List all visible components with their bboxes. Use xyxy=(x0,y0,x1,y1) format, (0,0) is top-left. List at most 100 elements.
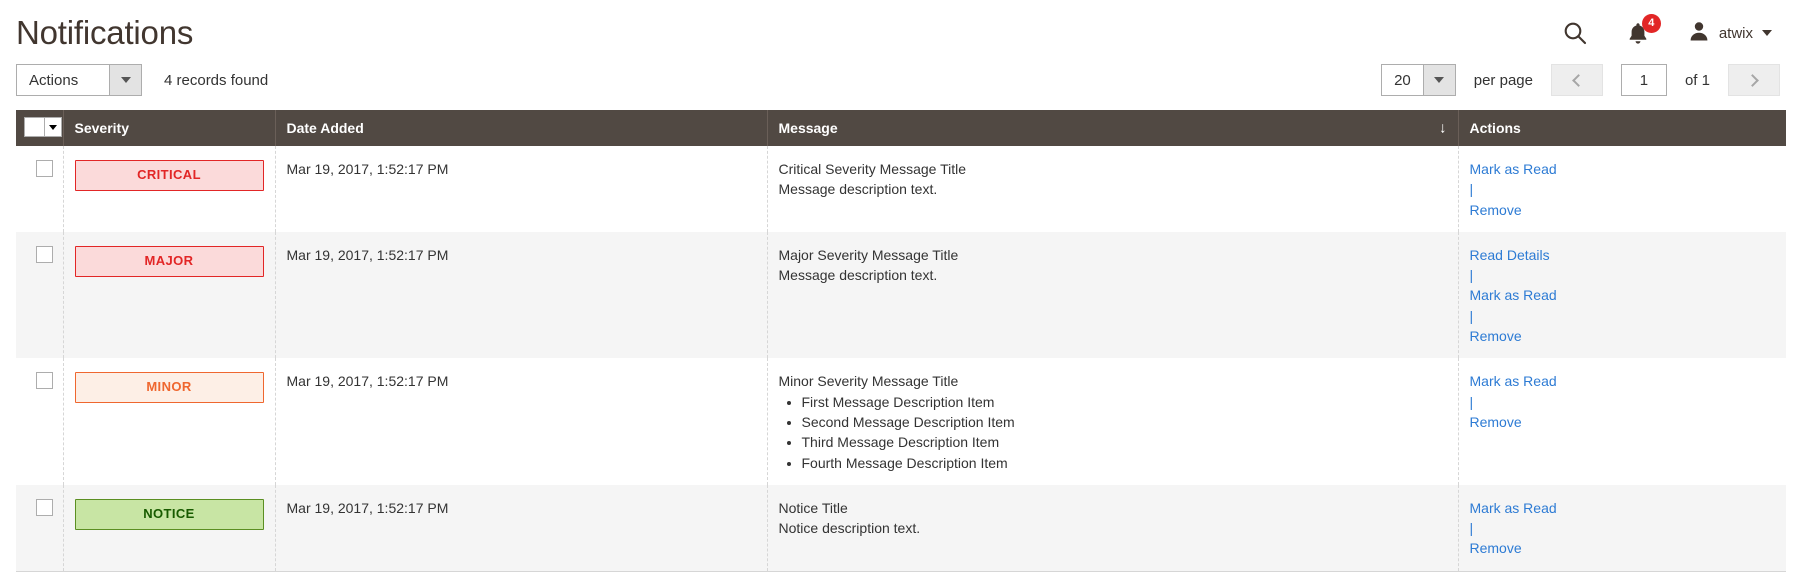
previous-page-button[interactable] xyxy=(1550,64,1603,96)
row-checkbox[interactable] xyxy=(36,372,53,390)
list-item: Second Message Description Item xyxy=(802,412,1447,432)
list-item: First Message Description Item xyxy=(802,392,1447,412)
message-cell: Notice Title Notice description text. xyxy=(767,484,1459,572)
select-all-checkbox-group[interactable] xyxy=(24,117,62,137)
message-title: Critical Severity Message Title xyxy=(778,161,967,177)
action-link-remove[interactable]: Remove xyxy=(1470,326,1776,346)
sort-descending-icon: ↓ xyxy=(1439,119,1447,137)
grid-body: CRITICAL Mar 19, 2017, 1:52:17 PM Critical… xyxy=(16,146,1786,572)
severity-cell: MAJOR xyxy=(63,231,276,359)
notifications-grid: Severity Date Added Message ↓ Actions CR… xyxy=(16,110,1786,572)
per-page-select[interactable]: 20 xyxy=(1381,64,1456,96)
message-cell: Minor Severity Message Title First Messag… xyxy=(767,358,1459,485)
date-added-cell: Mar 19, 2017, 1:52:17 PM xyxy=(275,146,768,232)
actions-select-value: Actions xyxy=(29,71,79,89)
chevron-right-icon xyxy=(1746,73,1759,87)
records-found-label: 4 records found xyxy=(164,71,269,89)
search-icon[interactable] xyxy=(1562,20,1588,46)
toolbar-left: Actions 4 records found xyxy=(16,64,268,96)
grid-head: Severity Date Added Message ↓ Actions xyxy=(16,110,1786,146)
actions-cell: Read Details | Mark as Read | Remove xyxy=(1458,232,1786,358)
chevron-left-icon xyxy=(1572,73,1585,87)
notifications-page: Notifications 4 atwix Actions 4 records … xyxy=(0,0,1802,583)
grid-header-row: Severity Date Added Message ↓ Actions xyxy=(16,110,1786,146)
user-name-label: atwix xyxy=(1718,24,1753,42)
row-select-cell xyxy=(16,484,64,572)
list-item: Fourth Message Description Item xyxy=(802,453,1447,473)
actions-select[interactable]: Actions xyxy=(16,64,142,96)
message-description: Notice description text. xyxy=(778,520,921,537)
row-checkbox[interactable] xyxy=(36,498,53,516)
action-link-mark-as-read[interactable]: Mark as Read xyxy=(1470,159,1776,179)
status-badge: NOTICE xyxy=(74,498,264,530)
message-title: Minor Severity Message Title xyxy=(778,373,959,390)
row-checkbox[interactable] xyxy=(36,160,53,177)
date-added-cell: Mar 19, 2017, 1:52:17 PM xyxy=(275,358,768,485)
chevron-down-icon[interactable] xyxy=(109,65,141,95)
actions-cell: Mark as Read | Remove xyxy=(1458,358,1786,484)
notifications-bell-icon[interactable]: 4 xyxy=(1626,13,1661,46)
actions-cell: Mark as Read | Remove xyxy=(1458,146,1786,232)
notifications-count-badge: 4 xyxy=(1641,13,1661,33)
header-tools: 4 atwix xyxy=(1562,13,1780,47)
column-header-severity[interactable]: Severity xyxy=(63,110,276,146)
table-row: CRITICAL Mar 19, 2017, 1:52:17 PM Critical… xyxy=(16,146,1786,232)
row-checkbox[interactable] xyxy=(36,245,53,263)
message-title: Major Severity Message Title xyxy=(778,246,959,263)
severity-cell: CRITICAL xyxy=(63,146,276,232)
column-header-actions: Actions xyxy=(1458,110,1786,146)
action-link-remove[interactable]: Remove xyxy=(1470,538,1776,558)
column-header-message-label: Message xyxy=(778,120,838,136)
chevron-down-icon xyxy=(1762,30,1772,36)
table-row: MAJOR Mar 19, 2017, 1:52:17 PM Major Sever… xyxy=(16,231,1786,359)
action-link-mark-as-read[interactable]: Mark as Read xyxy=(1470,498,1776,518)
per-page-select-value: 20 xyxy=(1394,71,1411,89)
action-link-mark-as-read[interactable]: Mark as Read xyxy=(1470,285,1776,305)
notifications-grid-wrapper: Severity Date Added Message ↓ Actions CR… xyxy=(0,110,1802,572)
action-separator: | xyxy=(1469,520,1474,537)
user-avatar-icon xyxy=(1688,20,1710,47)
chevron-down-icon[interactable] xyxy=(44,118,61,136)
total-pages-label: of 1 xyxy=(1684,71,1710,89)
table-row: MINOR Mar 19, 2017, 1:52:17 PM Minor Sever… xyxy=(16,358,1786,485)
message-description: Message description text. xyxy=(778,267,938,284)
action-link-read-details[interactable]: Read Details xyxy=(1470,245,1776,265)
column-header-date-added[interactable]: Date Added xyxy=(275,110,768,146)
severity-cell: NOTICE xyxy=(63,484,276,572)
message-cell: Major Severity Message Title Message desc… xyxy=(767,231,1459,359)
page-header: Notifications 4 atwix xyxy=(0,0,1802,56)
column-select-all[interactable] xyxy=(16,110,64,146)
page-number-input[interactable] xyxy=(1620,64,1667,96)
action-separator: | xyxy=(1469,393,1474,410)
row-select-cell xyxy=(16,146,64,232)
action-separator: | xyxy=(1469,307,1474,324)
action-separator: | xyxy=(1469,267,1474,284)
action-separator: | xyxy=(1469,181,1474,198)
page-title: Notifications xyxy=(16,13,194,51)
message-cell: Critical Severity Message Title Message d… xyxy=(767,146,1459,232)
status-badge: MINOR xyxy=(74,372,264,404)
date-added-cell: Mar 19, 2017, 1:52:17 PM xyxy=(275,484,768,572)
row-select-cell xyxy=(16,358,64,485)
select-all-checkbox[interactable] xyxy=(25,118,44,136)
message-description: Message description text. xyxy=(778,181,938,198)
grid-toolbar: Actions 4 records found 20 per page of 1 xyxy=(0,56,1802,110)
action-link-mark-as-read[interactable]: Mark as Read xyxy=(1470,371,1776,391)
next-page-button[interactable] xyxy=(1728,64,1780,96)
toolbar-right: 20 per page of 1 xyxy=(1381,64,1780,96)
action-link-remove[interactable]: Remove xyxy=(1470,200,1776,220)
row-select-cell xyxy=(16,231,64,359)
severity-cell: MINOR xyxy=(63,358,276,485)
table-row: NOTICE Mar 19, 2017, 1:52:17 PM Notice Tit… xyxy=(16,484,1786,572)
chevron-down-icon[interactable] xyxy=(1422,65,1455,95)
status-badge: MAJOR xyxy=(74,245,264,277)
message-title: Notice Title xyxy=(778,499,848,516)
per-page-label: per page xyxy=(1473,71,1533,89)
action-link-remove[interactable]: Remove xyxy=(1470,412,1776,432)
column-header-message[interactable]: Message ↓ xyxy=(767,110,1459,146)
list-item: Third Message Description Item xyxy=(802,432,1447,452)
actions-cell: Mark as Read | Remove xyxy=(1458,484,1786,572)
message-item-list: First Message Description ItemSecond Mes… xyxy=(779,392,1447,473)
user-menu[interactable]: atwix xyxy=(1688,20,1772,47)
status-badge: CRITICAL xyxy=(74,160,264,191)
